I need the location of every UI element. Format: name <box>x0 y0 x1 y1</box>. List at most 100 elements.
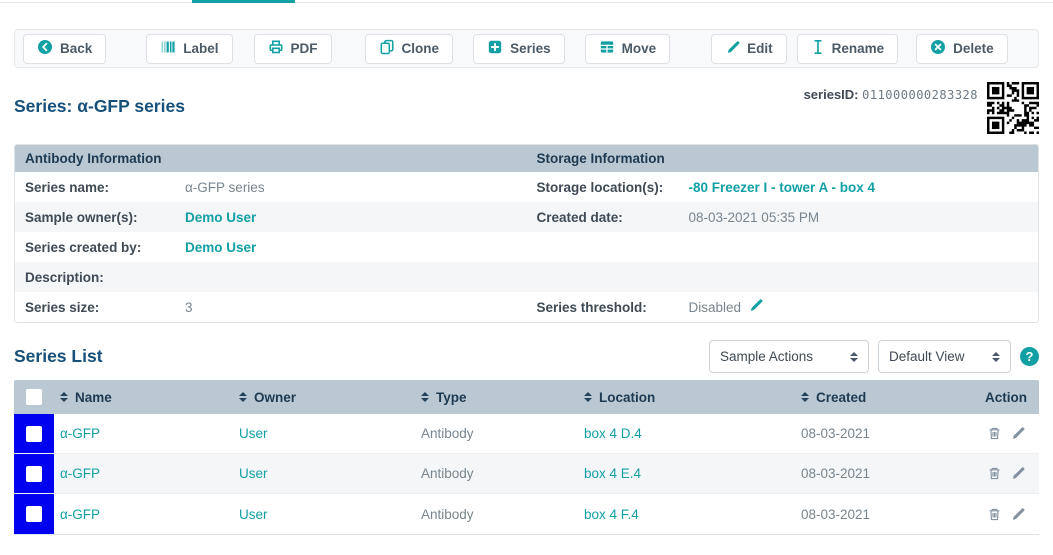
row-checkbox-cell <box>14 414 54 453</box>
info-row-storage-locations: Storage location(s): -80 Freezer I - tow… <box>527 172 1039 202</box>
series-button[interactable]: Series <box>473 34 565 64</box>
series-list-controls: Sample Actions Default View ? <box>709 340 1039 373</box>
sample-name-link[interactable]: α-GFP <box>54 454 233 493</box>
view-dropdown-value: Default View <box>889 349 965 364</box>
column-header-location[interactable]: Location <box>578 390 795 405</box>
qr-code <box>987 82 1039 134</box>
info-row-description: Description: <box>15 262 527 292</box>
info-label: Created date: <box>537 210 689 225</box>
info-label: Storage location(s): <box>537 180 689 195</box>
type-cell: Antibody <box>415 454 578 493</box>
label-button[interactable]: Label <box>146 34 232 64</box>
edit-row-pencil-icon[interactable] <box>1010 466 1025 481</box>
type-cell: Antibody <box>415 494 578 534</box>
move-button[interactable]: Move <box>585 34 671 64</box>
edit-button-label: Edit <box>747 41 773 56</box>
pdf-button[interactable]: PDF <box>254 34 332 64</box>
delete-button[interactable]: Delete <box>916 34 1008 64</box>
row-checkbox[interactable] <box>26 426 42 442</box>
sort-icon <box>239 392 247 402</box>
created-cell: 08-03-2021 <box>795 454 955 493</box>
delete-row-trash-icon[interactable] <box>987 507 1002 522</box>
location-link[interactable]: box 4 E.4 <box>578 454 795 493</box>
location-link[interactable]: box 4 D.4 <box>578 414 795 453</box>
plus-square-icon <box>487 39 503 58</box>
created-cell: 08-03-2021 <box>795 414 955 453</box>
column-header-owner[interactable]: Owner <box>233 390 415 405</box>
view-dropdown[interactable]: Default View <box>878 340 1011 373</box>
storage-location-link[interactable]: -80 Freezer I - tower A - box 4 <box>689 180 1029 195</box>
series-id-text: seriesID: 011000000283328 <box>804 87 978 102</box>
select-all-checkbox[interactable] <box>26 389 42 405</box>
owner-link[interactable]: User <box>233 494 415 534</box>
top-divider <box>0 0 1053 3</box>
antibody-information-header: Antibody Information <box>15 145 527 172</box>
series-list-title: Series List <box>14 346 103 367</box>
series-created-by-link[interactable]: Demo User <box>185 240 517 255</box>
sort-icon <box>60 392 68 402</box>
delete-row-trash-icon[interactable] <box>987 426 1002 441</box>
column-label: Name <box>75 390 112 405</box>
move-button-label: Move <box>622 41 657 56</box>
column-header-type[interactable]: Type <box>415 390 578 405</box>
info-row-series-threshold: Series threshold: Disabled <box>527 292 1039 322</box>
sample-actions-dropdown-value: Sample Actions <box>720 349 813 364</box>
series-id-label: seriesID: <box>804 87 859 102</box>
sample-name-link[interactable]: α-GFP <box>54 494 233 534</box>
sample-actions-dropdown[interactable]: Sample Actions <box>709 340 869 373</box>
owner-link[interactable]: User <box>233 414 415 453</box>
info-row-series-size: Series size: 3 <box>15 292 527 322</box>
owner-link[interactable]: User <box>233 454 415 493</box>
clone-button[interactable]: Clone <box>365 34 454 64</box>
clone-icon <box>379 39 395 58</box>
sample-owner-link[interactable]: Demo User <box>185 210 517 225</box>
dropdown-arrows-icon <box>992 352 1000 362</box>
storage-information-column: Storage Information Storage location(s):… <box>527 145 1039 322</box>
edit-threshold-pencil-icon[interactable] <box>748 298 763 316</box>
rename-button-label: Rename <box>832 41 885 56</box>
label-button-label: Label <box>183 41 218 56</box>
info-label: Series size: <box>25 300 185 315</box>
table-header-row: Name Owner Type Location Created Action <box>14 380 1039 414</box>
barcode-icon <box>160 39 176 58</box>
edit-row-pencil-icon[interactable] <box>1010 426 1025 441</box>
info-row-empty <box>527 262 1039 292</box>
info-row-series-created-by: Series created by: Demo User <box>15 232 527 262</box>
info-row-empty <box>527 232 1039 262</box>
help-icon[interactable]: ? <box>1020 347 1039 366</box>
sort-icon <box>421 392 429 402</box>
location-link[interactable]: box 4 F.4 <box>578 494 795 534</box>
column-label: Location <box>599 390 655 405</box>
sort-icon <box>584 392 592 402</box>
row-actions <box>955 454 1039 493</box>
column-label: Owner <box>254 390 296 405</box>
row-actions <box>955 494 1039 534</box>
edit-row-pencil-icon[interactable] <box>1010 507 1025 522</box>
info-label: Description: <box>25 270 185 285</box>
table-row: α-GFP User Antibody box 4 D.4 08-03-2021 <box>14 414 1039 454</box>
info-label: Series name: <box>25 180 185 195</box>
edit-button[interactable]: Edit <box>711 34 787 64</box>
delete-row-trash-icon[interactable] <box>987 466 1002 481</box>
clone-button-label: Clone <box>402 41 440 56</box>
column-header-name[interactable]: Name <box>54 390 233 405</box>
printer-icon <box>268 39 284 58</box>
sample-name-link[interactable]: α-GFP <box>54 414 233 453</box>
series-id-block: seriesID: 011000000283328 <box>804 82 1039 134</box>
rename-button[interactable]: Rename <box>797 34 899 64</box>
column-header-created[interactable]: Created <box>795 390 955 405</box>
row-checkbox[interactable] <box>26 506 42 522</box>
row-checkbox[interactable] <box>26 466 42 482</box>
series-id-value: 011000000283328 <box>862 88 978 102</box>
back-button[interactable]: Back <box>23 34 106 64</box>
info-row-created-date: Created date: 08-03-2021 05:35 PM <box>527 202 1039 232</box>
back-button-label: Back <box>60 41 92 56</box>
circle-x-icon <box>930 39 946 58</box>
toolbar: Back Label PDF Clone Series Move Edit R <box>14 29 1039 68</box>
series-list-table: Name Owner Type Location Created Action … <box>14 380 1039 535</box>
table-row: α-GFP User Antibody box 4 F.4 08-03-2021 <box>14 494 1039 534</box>
info-label: Series created by: <box>25 240 185 255</box>
column-label: Action <box>985 390 1027 405</box>
created-cell: 08-03-2021 <box>795 494 955 534</box>
table-icon <box>599 39 615 58</box>
